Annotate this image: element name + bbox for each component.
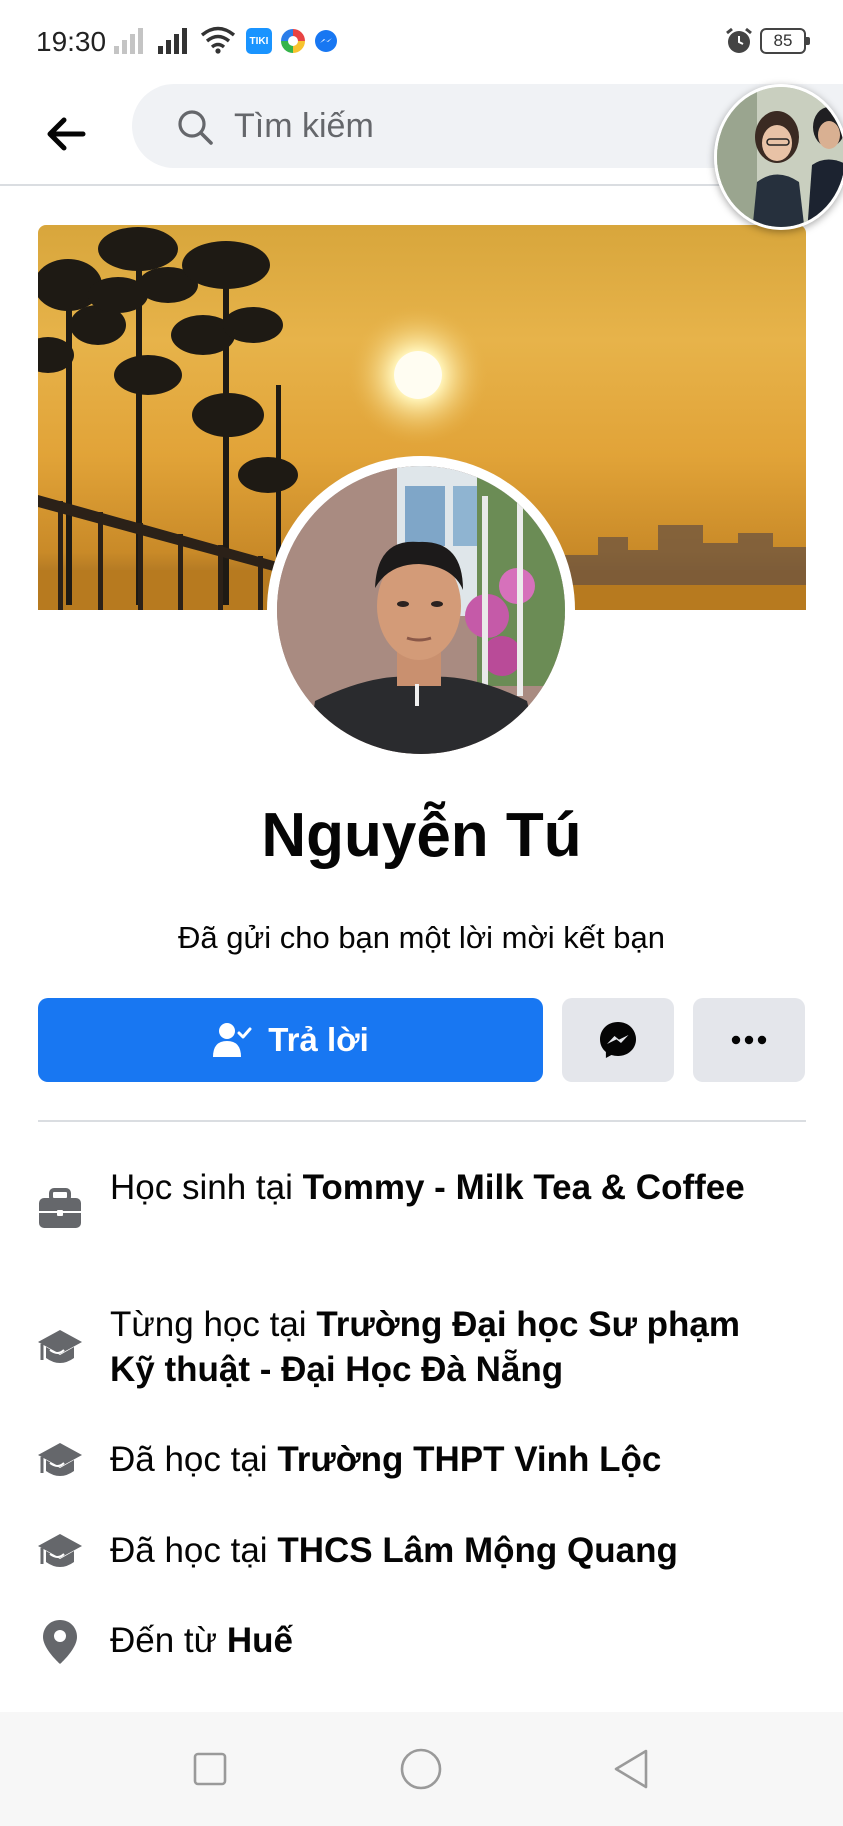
- detail-highschool-link[interactable]: Trường THPT Vinh Lộc: [277, 1440, 661, 1479]
- detail-secondary-school-link[interactable]: THCS Lâm Mộng Quang: [277, 1531, 678, 1570]
- search-input[interactable]: [234, 98, 634, 154]
- detail-hometown-link[interactable]: Huế: [227, 1621, 293, 1660]
- home-button[interactable]: [396, 1744, 446, 1794]
- color-app-icon: [281, 29, 305, 53]
- detail-work-text: Học sinh tại Tommy - Milk Tea & Coffee: [110, 1168, 745, 1207]
- avatar-photo: [277, 466, 565, 754]
- search-icon: [178, 110, 213, 145]
- detail-highschool-text: Đã học tại Trường THPT Vinh Lộc: [110, 1440, 662, 1479]
- recents-button[interactable]: [185, 1744, 235, 1794]
- status-bar: 19:30 TIKI 85: [0, 0, 843, 82]
- profile-avatar[interactable]: [267, 456, 575, 764]
- chat-head-photo: [717, 87, 843, 227]
- more-dots-icon: [731, 1035, 767, 1045]
- home-circle-icon: [400, 1748, 442, 1790]
- back-button[interactable]: [40, 108, 92, 160]
- battery-indicator: 85: [760, 28, 810, 54]
- detail-hometown-text: Đến từ Huế: [110, 1621, 293, 1660]
- message-button[interactable]: [562, 998, 674, 1082]
- graduation-cap-icon: [36, 1437, 84, 1485]
- messenger-icon: [600, 1022, 636, 1058]
- person-check-icon: [213, 1023, 252, 1057]
- wifi-icon: [200, 26, 236, 54]
- location-pin-icon: [36, 1618, 84, 1666]
- graduation-cap-icon: [36, 1528, 84, 1576]
- avatar-image: [277, 466, 565, 754]
- reply-button-label: Trả lời: [268, 1021, 369, 1058]
- detail-university-text: Từng học tại Trường Đại học Sư phạm Kỹ t…: [110, 1305, 740, 1389]
- chat-head-bubble[interactable]: [714, 84, 843, 230]
- graduation-cap-icon: [36, 1324, 84, 1372]
- section-divider: [38, 1120, 806, 1122]
- reply-button[interactable]: Trả lời: [38, 998, 543, 1082]
- back-triangle-icon: [614, 1749, 648, 1789]
- profile-name: Nguyễn Tú: [261, 801, 582, 870]
- more-options-button[interactable]: [693, 998, 805, 1082]
- back-arrow-icon: [47, 117, 86, 151]
- recents-square-icon: [193, 1752, 227, 1786]
- detail-secondary-school-text: Đã học tại THCS Lâm Mộng Quang: [110, 1531, 678, 1570]
- tiki-app-icon: TIKI: [246, 28, 272, 54]
- android-nav-bar: [0, 1712, 843, 1826]
- status-time: 19:30: [36, 26, 107, 57]
- profile-screen: 19:30 TIKI 85 Tìm kiếm Nguyễn Tú Đã gửi …: [0, 0, 843, 1826]
- briefcase-icon: [36, 1185, 84, 1233]
- detail-work-link[interactable]: Tommy - Milk Tea & Coffee: [303, 1168, 745, 1207]
- messenger-notification-icon: [315, 30, 337, 52]
- signal-2-icon: [158, 26, 187, 54]
- alarm-icon: [726, 27, 752, 53]
- friend-request-text: Đã gửi cho bạn một lời mời kết bạn: [177, 920, 665, 955]
- signal-1-icon: [114, 26, 143, 54]
- back-nav-button[interactable]: [607, 1744, 657, 1794]
